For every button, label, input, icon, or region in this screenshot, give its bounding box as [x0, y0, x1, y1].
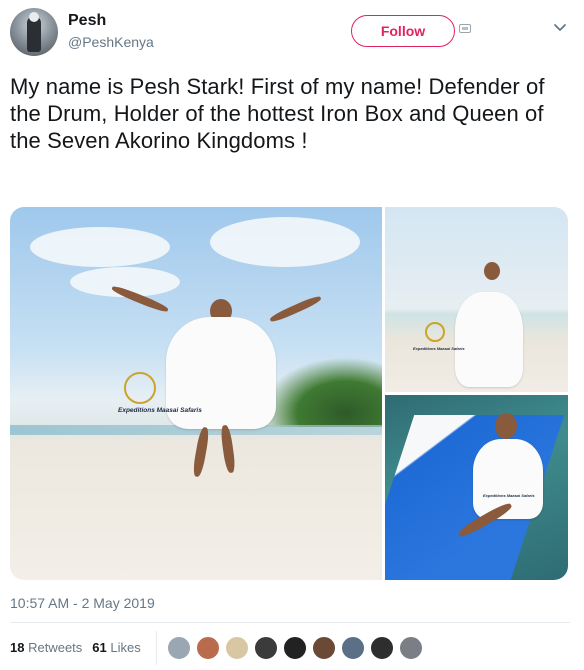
watermark-logo: [124, 372, 156, 404]
head: [495, 413, 517, 439]
liker-avatar[interactable]: [254, 636, 278, 660]
tweet-text: My name is Pesh Stark! First of my name!…: [10, 74, 545, 153]
likes-label: Likes: [110, 640, 141, 655]
photo-beach-jump[interactable]: Expeditions Maasai Safaris: [10, 207, 382, 580]
liker-avatars: [167, 636, 567, 660]
avatar[interactable]: [10, 8, 58, 56]
author-handle[interactable]: @PeshKenya: [68, 34, 154, 50]
liker-avatar[interactable]: [341, 636, 365, 660]
media-grid: Expeditions Maasai Safaris Expeditions M…: [10, 207, 568, 580]
head: [484, 262, 500, 280]
watermark-text: Expeditions Maasai Safaris: [413, 346, 465, 351]
liker-avatar[interactable]: [283, 636, 307, 660]
watermark-text: Expeditions Maasai Safaris: [118, 407, 202, 414]
photo-beach-standing[interactable]: Expeditions Maasai Safaris: [385, 207, 568, 392]
likes-stat[interactable]: 61 Likes: [92, 640, 140, 655]
liker-avatar[interactable]: [225, 636, 249, 660]
divider: [10, 622, 570, 623]
tweet-header: Pesh @PeshKenya Follow: [0, 0, 584, 62]
palm-trees: [260, 357, 382, 427]
cloud: [30, 227, 170, 267]
liker-avatar[interactable]: [167, 636, 191, 660]
chevron-down-icon[interactable]: [552, 20, 568, 36]
arm-right: [268, 294, 323, 324]
author-name[interactable]: Pesh: [68, 12, 106, 30]
likes-count: 61: [92, 640, 107, 655]
watermark-logo: [425, 322, 445, 342]
cloud: [210, 217, 360, 267]
liker-avatar[interactable]: [399, 636, 423, 660]
stats-divider: [156, 631, 157, 665]
follow-extra-icon: [459, 24, 471, 33]
retweets-stat[interactable]: 18 Retweets: [10, 640, 82, 655]
watermark-text: Expeditions Maasai Safaris: [483, 493, 535, 498]
photo-boat[interactable]: Expeditions Maasai Safaris: [385, 395, 568, 580]
liker-avatar[interactable]: [312, 636, 336, 660]
liker-avatar[interactable]: [196, 636, 220, 660]
retweets-label: Retweets: [28, 640, 83, 655]
follow-button[interactable]: Follow: [351, 15, 455, 47]
tweet-timestamp[interactable]: 10:57 AM - 2 May 2019: [10, 595, 155, 611]
avatar-head: [29, 12, 39, 22]
retweets-count: 18: [10, 640, 25, 655]
tweet-stats: 18 Retweets 61 Likes: [10, 640, 141, 655]
white-dress: [455, 292, 523, 387]
liker-avatar[interactable]: [370, 636, 394, 660]
